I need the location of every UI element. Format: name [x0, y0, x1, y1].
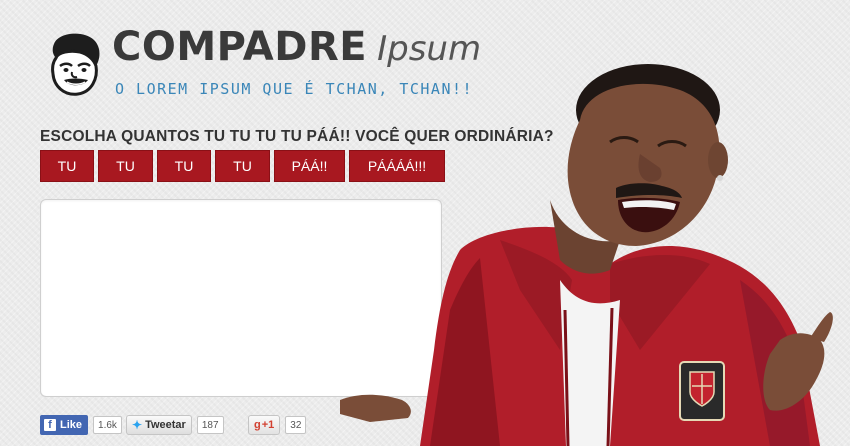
tu-button-3[interactable]: TU: [157, 150, 211, 182]
google-plus-widget: g +1 32: [248, 415, 307, 435]
tu-button-1[interactable]: TU: [40, 150, 94, 182]
google-plus-count: 32: [285, 416, 307, 434]
google-plus-label: +1: [261, 419, 275, 431]
compadre-photo: [340, 64, 833, 446]
facebook-like-widget: f Like 1.6k: [40, 415, 122, 435]
twitter-bird-icon: ✦: [132, 418, 143, 432]
facebook-like-label: Like: [60, 419, 83, 431]
tweet-label: Tweetar: [145, 419, 186, 431]
tweet-button[interactable]: ✦ Tweetar: [126, 415, 192, 435]
tweet-count: 187: [196, 416, 224, 434]
google-plus-icon: g: [254, 419, 261, 431]
facebook-icon: f: [44, 419, 56, 431]
facebook-like-button[interactable]: f Like: [40, 415, 89, 435]
facebook-like-count: 1.6k: [93, 416, 122, 434]
tu-button-4[interactable]: TU: [215, 150, 270, 182]
caricature-face-icon: [51, 33, 100, 96]
tu-button-2[interactable]: TU: [98, 150, 153, 182]
twitter-widget: ✦ Tweetar 187: [126, 415, 224, 435]
google-plus-button[interactable]: g +1: [248, 415, 281, 435]
